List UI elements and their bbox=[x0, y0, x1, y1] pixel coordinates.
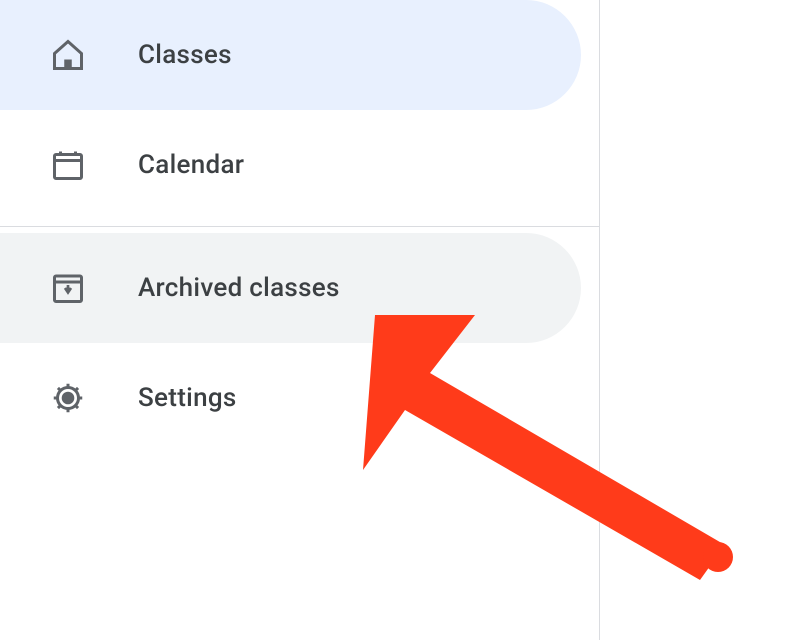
sidebar-item-calendar[interactable]: Calendar bbox=[0, 110, 581, 220]
gear-icon bbox=[48, 378, 88, 418]
nav-section-top: Classes Calendar bbox=[0, 0, 599, 220]
sidebar-item-label: Settings bbox=[138, 383, 237, 413]
sidebar-item-classes[interactable]: Classes bbox=[0, 0, 581, 110]
archive-icon bbox=[48, 268, 88, 308]
sidebar-item-archived[interactable]: Archived classes bbox=[0, 233, 581, 343]
sidebar-item-label: Calendar bbox=[138, 150, 244, 180]
calendar-icon bbox=[48, 145, 88, 185]
sidebar-item-settings[interactable]: Settings bbox=[0, 343, 581, 453]
home-icon bbox=[48, 35, 88, 75]
divider bbox=[0, 226, 599, 227]
sidebar: Classes Calendar bbox=[0, 0, 600, 640]
nav-section-bottom: Archived classes Settings bbox=[0, 233, 599, 453]
sidebar-item-label: Classes bbox=[138, 40, 232, 70]
sidebar-item-label: Archived classes bbox=[138, 273, 340, 303]
